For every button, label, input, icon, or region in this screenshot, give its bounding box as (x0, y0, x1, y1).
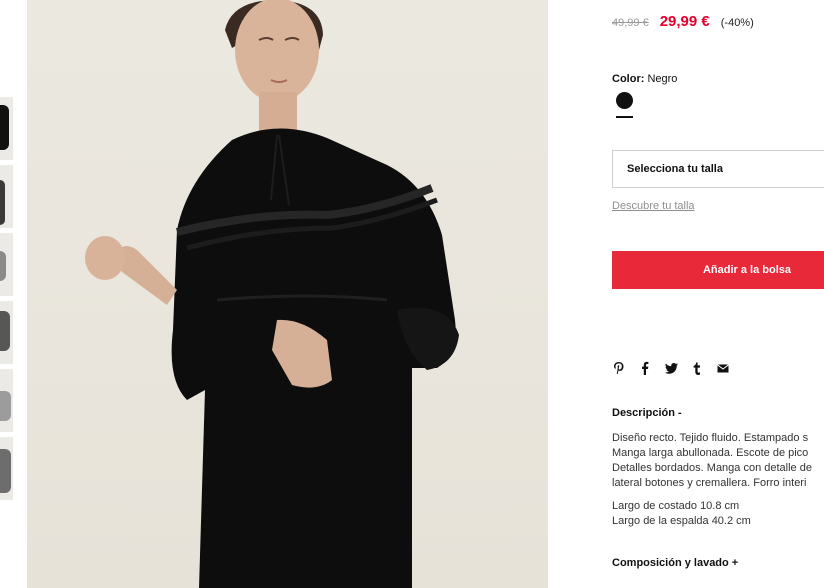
dress-fabric-thumbnail (0, 391, 11, 421)
dress-front-thumbnail (0, 105, 9, 150)
description-line: lateral botones y cremallera. Forro inte… (612, 477, 807, 489)
facebook-icon[interactable] (638, 360, 652, 376)
twitter-icon[interactable] (664, 360, 678, 376)
dress-detail-thumbnail (0, 251, 6, 281)
dress-back-thumbnail (0, 311, 10, 351)
description-body: Diseño recto. Tejido fluido. Estampado s… (612, 431, 824, 491)
black-ruffle-dress-photo (85, 0, 459, 588)
tumblr-icon[interactable] (690, 360, 704, 376)
thumbnail-strip (0, 97, 13, 505)
thumbnail-1[interactable] (0, 97, 13, 160)
measure-line: Largo de la espalda 40.2 cm (612, 515, 751, 527)
description-line: Manga larga abullonada. Escote de pico (612, 447, 809, 459)
measure-line: Largo de costado 10.8 cm (612, 500, 740, 512)
color-swatch-black[interactable] (616, 92, 633, 109)
thumbnail-2[interactable] (0, 165, 13, 228)
product-main-image[interactable] (27, 0, 548, 588)
color-value: Negro (647, 73, 678, 85)
email-icon[interactable] (716, 360, 730, 376)
discount-badge: (-40%) (720, 17, 754, 29)
thumbnail-6[interactable] (0, 437, 13, 500)
sale-price: 29,99 € (659, 13, 710, 30)
share-icons (612, 360, 742, 376)
description-line: Detalles bordados. Manga con detalle de (612, 462, 812, 474)
description-title[interactable]: Descripción - (612, 407, 682, 419)
dress-full-thumbnail (0, 449, 11, 493)
pinterest-icon[interactable] (612, 360, 626, 376)
thumbnail-3[interactable] (0, 233, 13, 296)
price-row: 49,99 € 29,99 € (-40%) (612, 13, 754, 30)
thumbnail-4[interactable] (0, 301, 13, 364)
size-select[interactable]: Selecciona tu talla (612, 150, 824, 188)
dress-side-thumbnail (0, 180, 5, 225)
description-measures: Largo de costado 10.8 cm Largo de la esp… (612, 499, 751, 529)
size-guide-link[interactable]: Descubre tu talla (612, 200, 695, 212)
description-line: Diseño recto. Tejido fluido. Estampado s (612, 432, 809, 444)
selected-swatch-indicator (616, 116, 633, 118)
color-label: Color: Negro (612, 73, 677, 85)
thumbnail-5[interactable] (0, 369, 13, 432)
composition-title[interactable]: Composición y lavado + (612, 557, 738, 569)
add-to-bag-button[interactable]: Añadir a la bolsa (612, 251, 824, 289)
old-price: 49,99 € (612, 17, 649, 29)
color-label-title: Color: (612, 73, 645, 85)
